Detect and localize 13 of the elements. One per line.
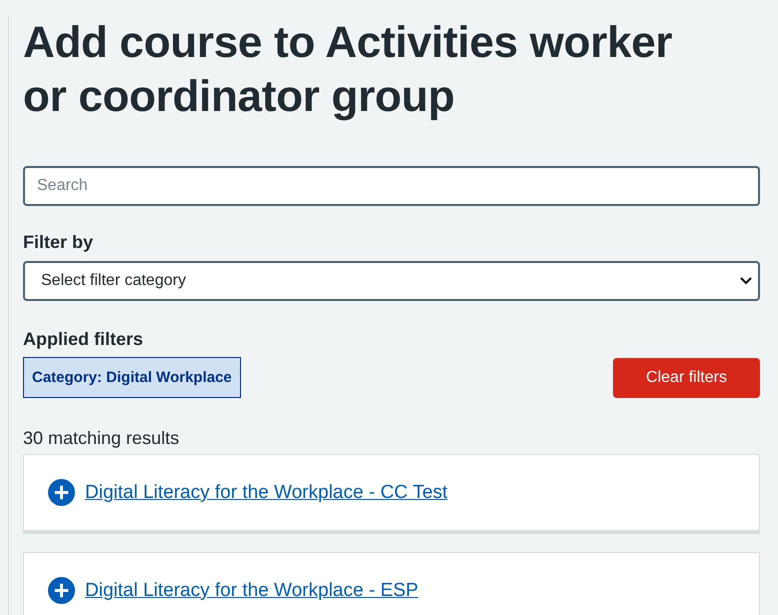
search-field[interactable]: Search [23,166,760,206]
filter-tag[interactable]: Category: Digital Workplace [23,357,241,398]
results-count: 30 matching results [23,428,180,449]
page-title: Add course to Activities worker or coordinator group [23,17,674,123]
filter-select[interactable]: Select filter category [23,261,760,301]
filter-label: Filter by [23,232,94,253]
chevron-down-icon [740,277,752,285]
course-link[interactable]: Digital Literacy for the Workplace - ESP [85,580,418,602]
clear-filters-button[interactable]: Clear filters [613,358,760,398]
add-icon[interactable] [48,479,75,506]
course-link[interactable]: Digital Literacy for the Workplace - CC Test [85,482,448,504]
applied-filters-heading: Applied filters [23,329,144,350]
add-icon[interactable] [48,577,75,604]
